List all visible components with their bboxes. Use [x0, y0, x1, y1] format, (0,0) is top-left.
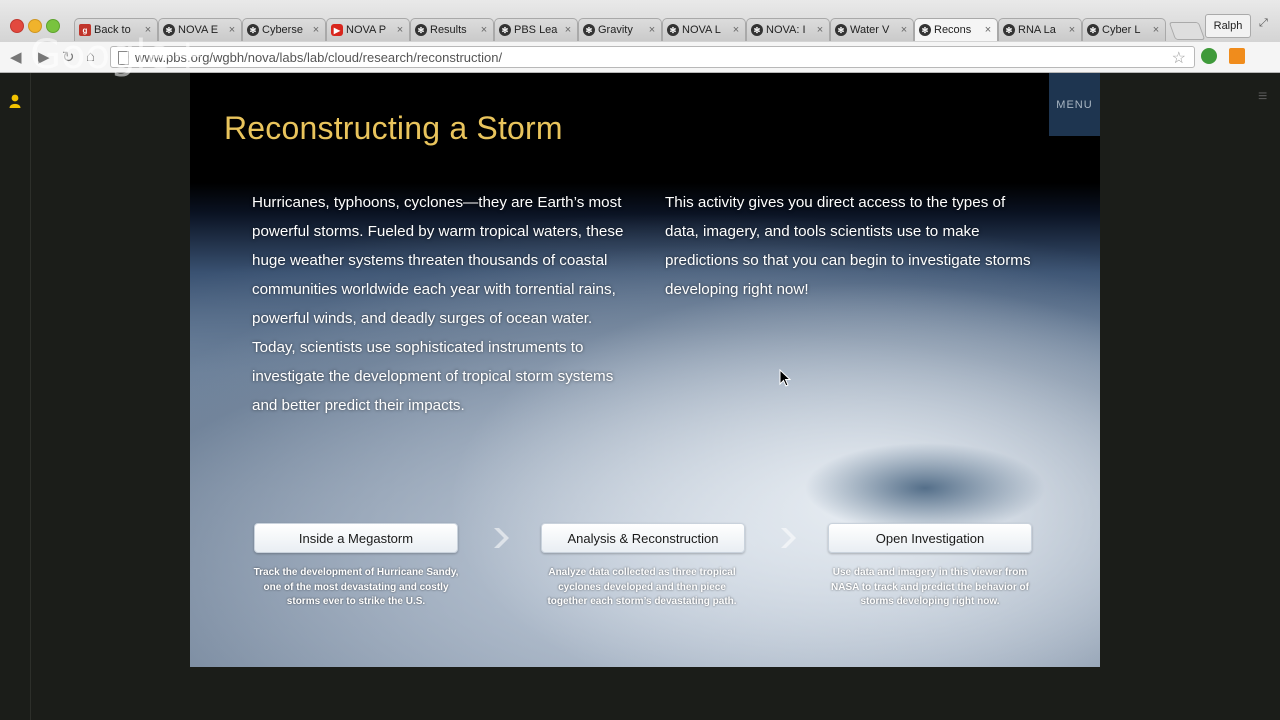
tab-title: Water V — [850, 24, 890, 36]
tab-title: RNA La — [1018, 24, 1056, 36]
new-tab-button[interactable] — [1168, 22, 1206, 40]
chevron-right-icon — [781, 528, 796, 548]
pbs-icon: ✻ — [751, 24, 763, 36]
browser-tab[interactable]: ▶ NOVA P × — [326, 18, 410, 41]
step-description: Analyze data collected as three tropical… — [547, 567, 737, 608]
pbs-icon: ✻ — [1087, 24, 1099, 36]
tab-title: Gravity — [598, 24, 633, 36]
tab-title: Cyberse — [262, 24, 303, 36]
close-tab-icon[interactable]: × — [395, 24, 405, 36]
tab-title: NOVA: I — [766, 24, 806, 36]
menu-button[interactable]: MENU — [1049, 73, 1100, 136]
close-tab-icon[interactable]: × — [1067, 24, 1077, 36]
tab-title: NOVA P — [346, 24, 387, 36]
step-description: Use data and imagery in this viewer from… — [831, 567, 1029, 608]
inside-a-megastorm-button[interactable]: Inside a Megastorm — [254, 523, 458, 553]
tab-title: Recons — [934, 24, 972, 36]
browser-tab[interactable]: ✻ PBS Lea × — [494, 18, 578, 41]
close-tab-icon[interactable]: × — [311, 24, 321, 36]
tab-title: Cyber L — [1102, 24, 1141, 36]
pbs-icon: ✻ — [415, 24, 427, 36]
zoom-window-button[interactable] — [46, 19, 60, 33]
youtube-icon: ▶ — [331, 24, 343, 36]
tab-title: NOVA L — [682, 24, 721, 36]
pbs-icon: ✻ — [247, 24, 259, 36]
chevron-right-icon — [494, 528, 509, 548]
hangouts-sidebar — [0, 73, 31, 720]
pbs-icon: ✻ — [583, 24, 595, 36]
pbs-icon: ✻ — [919, 24, 931, 36]
tab-title: Results — [430, 24, 467, 36]
close-tab-icon[interactable]: × — [1151, 24, 1161, 36]
browser-tab[interactable]: ✻ Cyberse × — [242, 18, 326, 41]
tab-title: PBS Lea — [514, 24, 558, 36]
close-tab-icon[interactable]: × — [815, 24, 825, 36]
close-tab-icon[interactable]: × — [647, 24, 657, 36]
intro-text-right: This activity gives you direct access to… — [665, 194, 1031, 298]
storm-page: Reconstructing a Storm MENU Hurricanes, … — [190, 73, 1100, 667]
mouse-cursor-icon — [779, 369, 791, 387]
close-window-button[interactable] — [10, 19, 24, 33]
pbs-icon: ✻ — [835, 24, 847, 36]
close-tab-icon[interactable]: × — [983, 24, 993, 36]
browser-tab[interactable]: ✻ Recons × — [914, 18, 998, 41]
browser-tab[interactable]: ✻ Results × — [410, 18, 494, 41]
browser-tab[interactable]: ✻ RNA La × — [998, 18, 1082, 41]
open-investigation-button[interactable]: Open Investigation — [828, 523, 1032, 553]
close-tab-icon[interactable]: × — [899, 24, 909, 36]
close-tab-icon[interactable]: × — [227, 24, 237, 36]
page-title: Reconstructing a Storm — [224, 110, 563, 147]
address-bar[interactable]: www.pbs.org/wgbh/nova/labs/lab/cloud/res… — [110, 46, 1195, 68]
browser-tab[interactable]: ✻ Gravity × — [578, 18, 662, 41]
extension-orange-icon[interactable] — [1229, 48, 1245, 64]
pbs-icon: ✻ — [499, 24, 511, 36]
back-icon[interactable]: ◀ — [10, 48, 22, 66]
browser-tab[interactable]: ✻ NOVA L × — [662, 18, 746, 41]
google-plus-watermark: Google+ — [30, 32, 205, 78]
extension-green-icon[interactable] — [1201, 48, 1217, 64]
browser-tab[interactable]: ✻ Cyber L × — [1082, 18, 1166, 41]
browser-tab[interactable]: ✻ NOVA: I × — [746, 18, 830, 41]
tabs: g Back to × ✻ NOVA E × ✻ Cyberse × ▶ NOVA P × ✻ Resul… — [74, 18, 1166, 42]
bookmark-star-icon[interactable]: ☆ — [1172, 48, 1186, 68]
profile-button[interactable]: Ralph — [1205, 14, 1251, 38]
step-description: Track the development of Hurricane Sandy… — [253, 567, 459, 608]
fullscreen-icon[interactable]: ⤢ — [1259, 17, 1268, 30]
analysis-reconstruction-button[interactable]: Analysis & Reconstruction — [541, 523, 745, 553]
close-tab-icon[interactable]: × — [479, 24, 489, 36]
pbs-icon: ✻ — [1003, 24, 1015, 36]
close-tab-icon[interactable]: × — [731, 24, 741, 36]
chrome-menu-icon[interactable]: ≡ — [1258, 88, 1267, 106]
intro-text-left: Hurricanes, typhoons, cyclones—they are … — [252, 194, 624, 414]
minimize-window-button[interactable] — [28, 19, 42, 33]
person-icon[interactable] — [9, 94, 21, 108]
pbs-icon: ✻ — [667, 24, 679, 36]
browser-tab[interactable]: ✻ Water V × — [830, 18, 914, 41]
close-tab-icon[interactable]: × — [563, 24, 573, 36]
